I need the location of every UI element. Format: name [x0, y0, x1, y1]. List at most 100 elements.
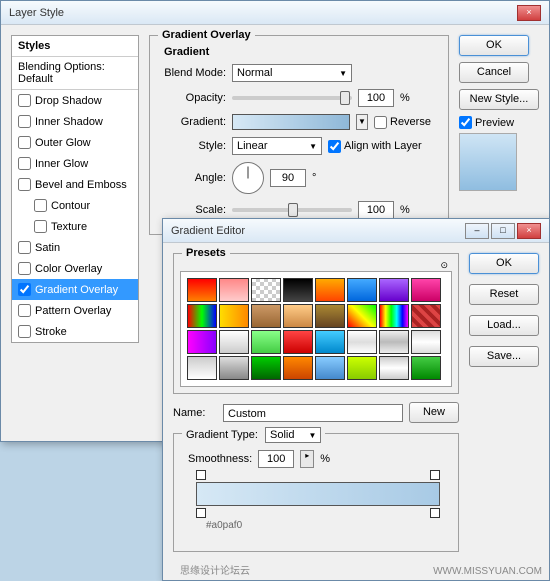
preset-swatch[interactable]: [315, 278, 345, 302]
preset-swatch[interactable]: [379, 356, 409, 380]
color-stop[interactable]: [196, 508, 206, 518]
preset-swatch[interactable]: [347, 278, 377, 302]
blend-mode-dropdown[interactable]: Normal▼: [232, 64, 352, 82]
preset-swatch[interactable]: [411, 330, 441, 354]
reverse-checkbox[interactable]: Reverse: [374, 116, 431, 129]
preset-swatch[interactable]: [283, 356, 313, 380]
smoothness-spinner[interactable]: ▸: [300, 450, 314, 468]
preset-swatch[interactable]: [379, 304, 409, 328]
preset-swatch[interactable]: [219, 356, 249, 380]
preset-swatch[interactable]: [379, 278, 409, 302]
style-checkbox[interactable]: [34, 199, 47, 212]
align-checkbox[interactable]: Align with Layer: [328, 140, 422, 153]
style-checkbox[interactable]: [34, 220, 47, 233]
preset-swatch[interactable]: [283, 304, 313, 328]
style-checkbox[interactable]: [18, 136, 31, 149]
style-label: Style:: [164, 140, 226, 152]
sub-title: Gradient: [164, 46, 438, 58]
opacity-value[interactable]: 100: [358, 89, 394, 107]
opacity-stop[interactable]: [196, 470, 206, 480]
preset-swatch[interactable]: [187, 356, 217, 380]
save-button[interactable]: Save...: [469, 346, 539, 367]
ok-button[interactable]: OK: [459, 35, 529, 56]
style-checkbox[interactable]: [18, 157, 31, 170]
watermark: WWW.MISSYUAN.COM: [433, 566, 542, 577]
preset-swatch[interactable]: [315, 304, 345, 328]
presets-menu-icon[interactable]: ⊙: [440, 260, 448, 271]
cancel-button[interactable]: Cancel: [459, 62, 529, 83]
smoothness-value[interactable]: 100: [258, 450, 294, 468]
angle-value[interactable]: 90: [270, 169, 306, 187]
preset-swatch[interactable]: [187, 304, 217, 328]
styles-heading[interactable]: Styles: [12, 36, 138, 57]
preset-swatch[interactable]: [251, 278, 281, 302]
preset-swatch[interactable]: [187, 278, 217, 302]
preset-swatch[interactable]: [411, 304, 441, 328]
angle-wheel[interactable]: [232, 162, 264, 194]
color-stop[interactable]: [430, 508, 440, 518]
gradient-dropdown-icon[interactable]: ▼: [356, 114, 368, 130]
scale-slider[interactable]: [232, 208, 352, 212]
preset-swatch[interactable]: [219, 304, 249, 328]
gradient-overlay-fieldset: Gradient Overlay Gradient Blend Mode: No…: [149, 35, 449, 235]
preset-swatch[interactable]: [379, 330, 409, 354]
editor-buttons: OK Reset Load... Save...: [469, 253, 539, 560]
blending-options[interactable]: Blending Options: Default: [12, 57, 138, 90]
hex-readout: #a0paf0: [206, 520, 448, 531]
style-item[interactable]: Drop Shadow: [12, 90, 138, 111]
preset-swatch[interactable]: [347, 330, 377, 354]
style-item[interactable]: Stroke: [12, 321, 138, 342]
window-controls: – □ ×: [465, 223, 541, 239]
preset-swatch[interactable]: [219, 330, 249, 354]
preset-swatch[interactable]: [187, 330, 217, 354]
style-item[interactable]: Bevel and Emboss: [12, 174, 138, 195]
style-item[interactable]: Outer Glow: [12, 132, 138, 153]
preset-swatch[interactable]: [347, 356, 377, 380]
style-item[interactable]: Color Overlay: [12, 258, 138, 279]
new-button[interactable]: New: [409, 402, 459, 423]
style-item[interactable]: Inner Shadow: [12, 111, 138, 132]
close-icon[interactable]: ×: [517, 5, 541, 21]
maximize-icon[interactable]: □: [491, 223, 515, 239]
preset-swatch[interactable]: [315, 356, 345, 380]
style-checkbox[interactable]: [18, 304, 31, 317]
style-item[interactable]: Pattern Overlay: [12, 300, 138, 321]
gradient-bar[interactable]: [196, 482, 440, 506]
preset-swatch[interactable]: [411, 278, 441, 302]
type-dropdown[interactable]: Solid▼: [265, 427, 321, 443]
style-item[interactable]: Texture: [12, 216, 138, 237]
style-checkbox[interactable]: [18, 241, 31, 254]
style-checkbox[interactable]: [18, 94, 31, 107]
style-item[interactable]: Gradient Overlay: [12, 279, 138, 300]
style-dropdown[interactable]: Linear▼: [232, 137, 322, 155]
preset-swatch[interactable]: [251, 304, 281, 328]
ok-button[interactable]: OK: [469, 253, 539, 274]
load-button[interactable]: Load...: [469, 315, 539, 336]
style-item[interactable]: Satin: [12, 237, 138, 258]
preset-swatch[interactable]: [283, 330, 313, 354]
style-checkbox[interactable]: [18, 283, 31, 296]
style-checkbox[interactable]: [18, 178, 31, 191]
opacity-stop[interactable]: [430, 470, 440, 480]
style-checkbox[interactable]: [18, 262, 31, 275]
close-icon[interactable]: ×: [517, 223, 541, 239]
preset-swatch[interactable]: [347, 304, 377, 328]
preset-swatch[interactable]: [411, 356, 441, 380]
preset-swatch[interactable]: [283, 278, 313, 302]
style-item[interactable]: Contour: [12, 195, 138, 216]
preview-checkbox[interactable]: Preview: [459, 116, 539, 129]
style-checkbox[interactable]: [18, 115, 31, 128]
new-style-button[interactable]: New Style...: [459, 89, 539, 110]
reset-button[interactable]: Reset: [469, 284, 539, 305]
style-item[interactable]: Inner Glow: [12, 153, 138, 174]
preset-swatch[interactable]: [251, 356, 281, 380]
preset-swatch[interactable]: [315, 330, 345, 354]
style-checkbox[interactable]: [18, 325, 31, 338]
gradient-swatch[interactable]: [232, 114, 350, 130]
preset-swatch[interactable]: [219, 278, 249, 302]
preset-swatch[interactable]: [251, 330, 281, 354]
opacity-slider[interactable]: [232, 96, 352, 100]
minimize-icon[interactable]: –: [465, 223, 489, 239]
scale-value[interactable]: 100: [358, 201, 394, 219]
name-input[interactable]: Custom: [223, 404, 403, 422]
